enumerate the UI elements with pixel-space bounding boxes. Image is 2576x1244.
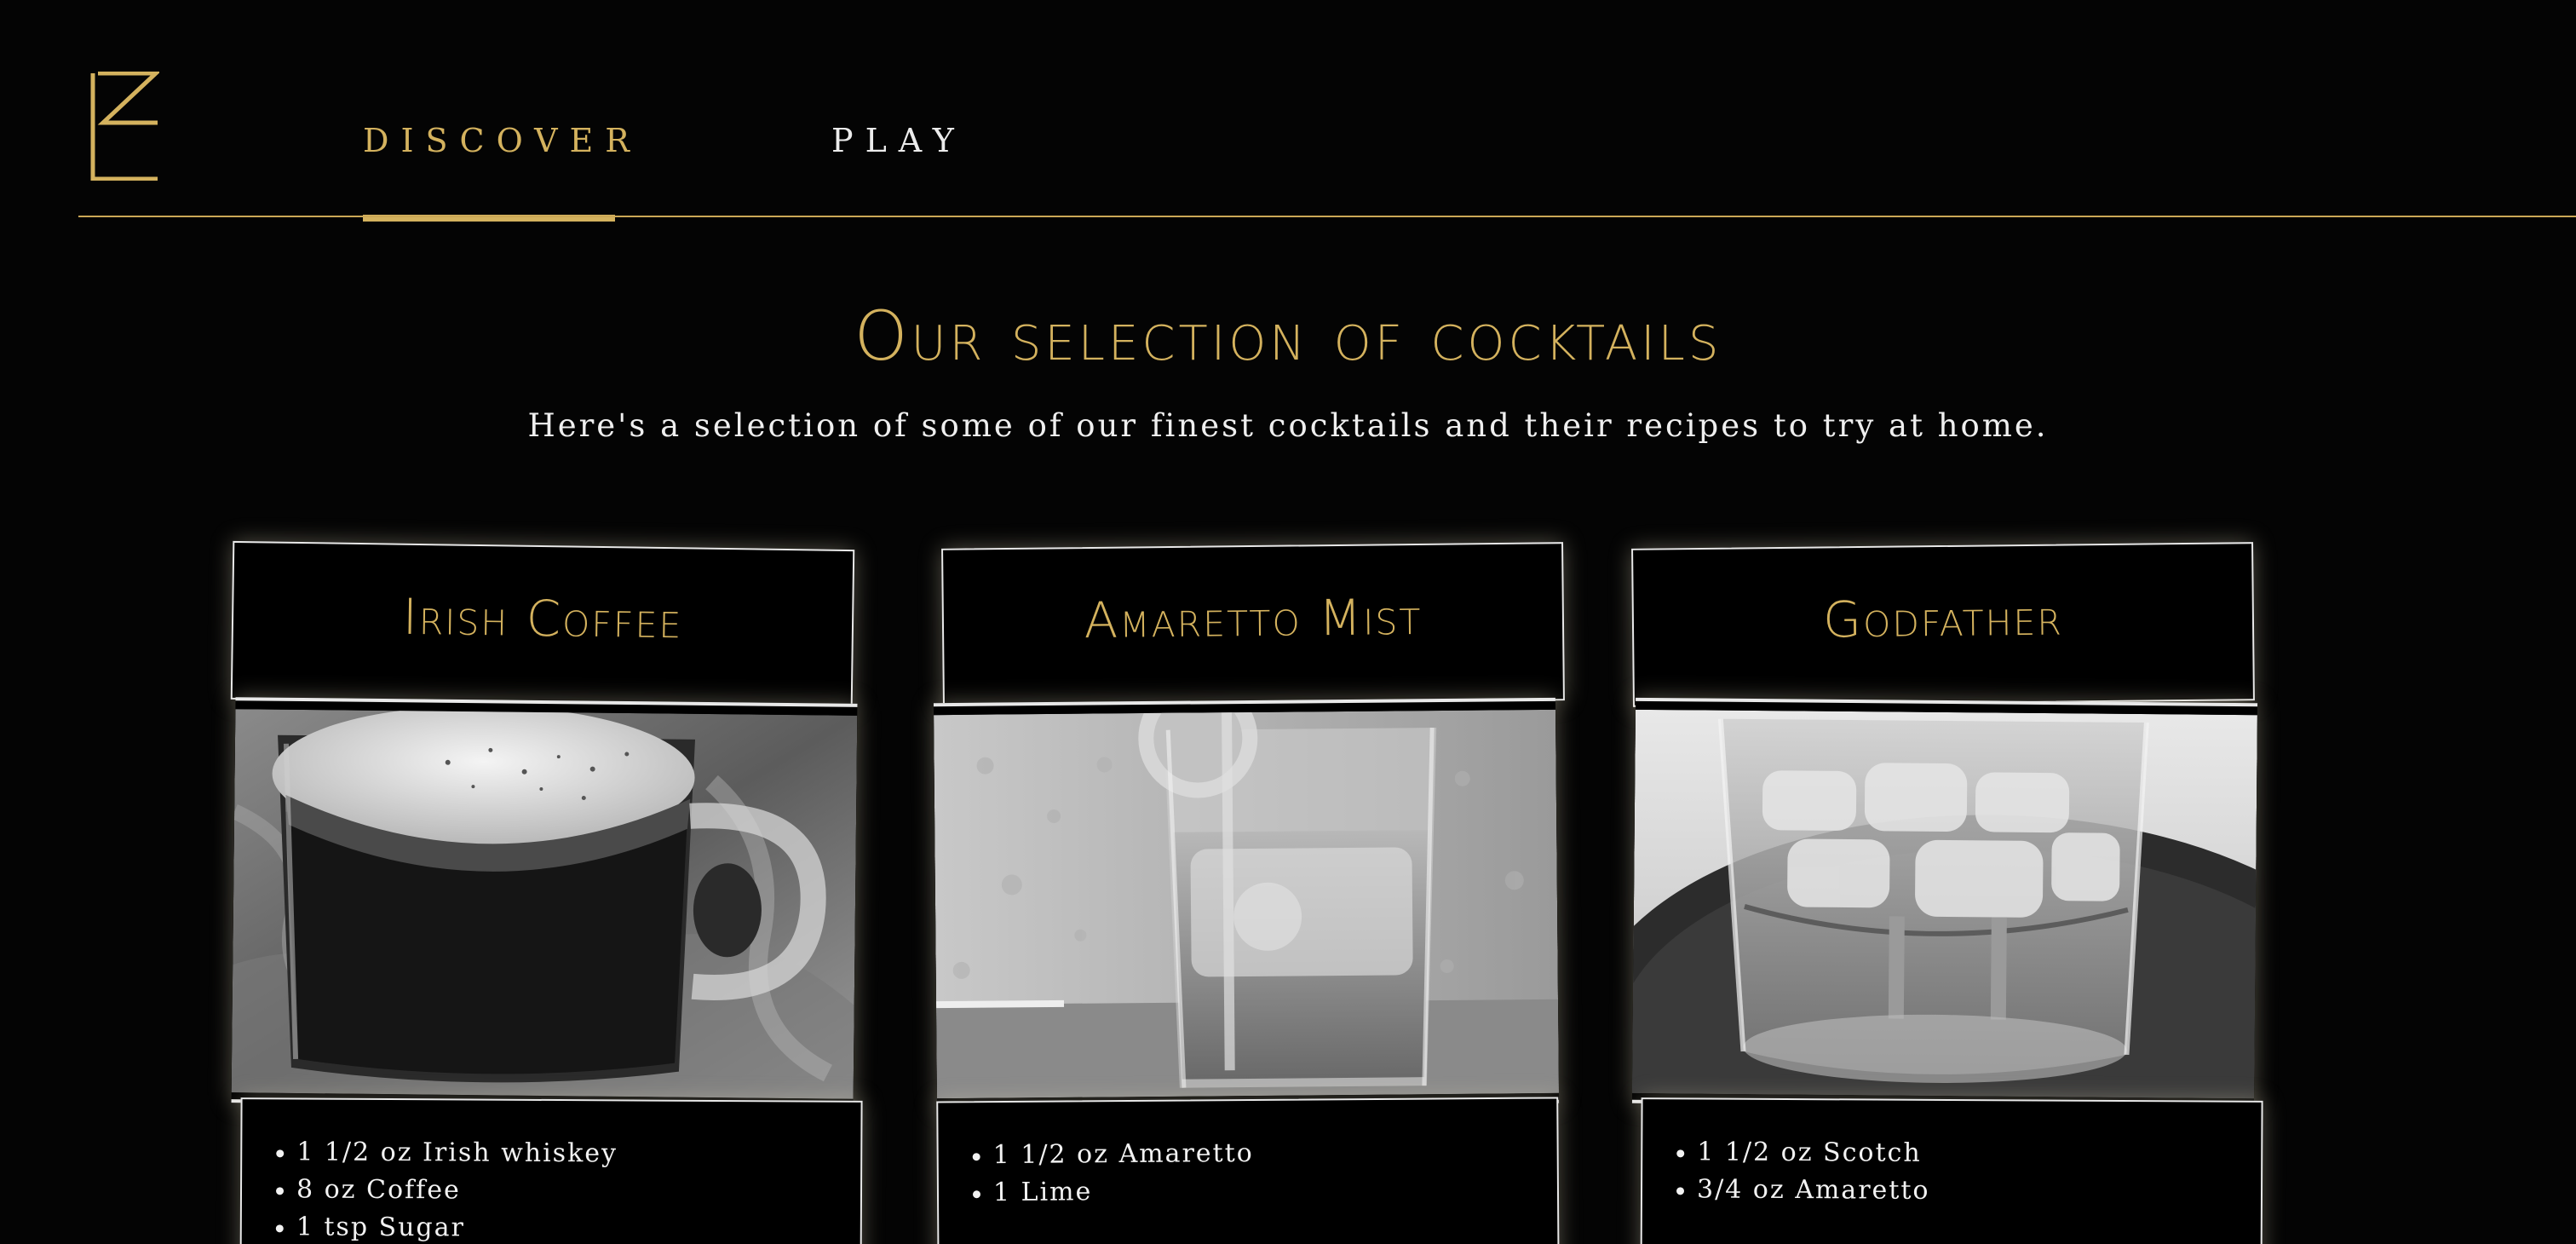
- card-title: Amaretto Mist: [1084, 587, 1423, 650]
- list-item: 1 1/2 oz Irish whiskey: [276, 1133, 618, 1172]
- card-header: Godfather: [1631, 542, 2255, 707]
- card-body: 1 1/2 oz Scotch 3/4 oz Amaretto: [1640, 1097, 2263, 1244]
- nav-play[interactable]: PLAY: [831, 119, 966, 162]
- page-title: Our selection of cocktails: [854, 297, 1722, 376]
- ingredient-list: 1 1/2 oz Amaretto 1 Lime: [973, 1135, 1255, 1212]
- list-item: 1 1/2 oz Amaretto: [973, 1135, 1254, 1174]
- ingredient-list: 1 1/2 oz Irish whiskey 8 oz Coffee 1 tsp…: [276, 1133, 618, 1244]
- card-header: Amaretto Mist: [941, 542, 1565, 707]
- card-body: 1 1/2 oz Amaretto 1 Lime: [936, 1097, 1560, 1244]
- card-header: Irish Coffee: [230, 540, 855, 709]
- irish-coffee-photo: [231, 697, 858, 1109]
- page-subtitle: Here's a selection of some of our finest…: [527, 407, 2049, 444]
- list-item: 8 oz Coffee: [276, 1171, 618, 1210]
- card-title: Godfather: [1822, 588, 2064, 649]
- list-item: 1 tsp Sugar: [276, 1208, 618, 1244]
- godfather-photo: [1631, 697, 2258, 1109]
- list-item: 1 1/2 oz Scotch: [1676, 1133, 1930, 1172]
- header-divider: [78, 216, 2576, 217]
- amaretto-mist-photo: [933, 697, 1560, 1109]
- cocktail-card-godfather[interactable]: Godfather 1 1/2 oz Scotch 3/4 oz Amarett…: [1629, 542, 2263, 1244]
- ingredient-list: 1 1/2 oz Scotch 3/4 oz Amaretto: [1676, 1133, 1930, 1210]
- logo-icon[interactable]: [89, 72, 159, 181]
- list-item: 3/4 oz Amaretto: [1676, 1171, 1930, 1210]
- cocktail-card-irish-coffee[interactable]: Irish Coffee 1 1/2 oz Irish whiskey 8 oz…: [228, 540, 863, 1244]
- cocktail-card-amaretto-mist[interactable]: Amaretto Mist 1 1/2 oz Amaretto 1 Lime: [933, 542, 1565, 1244]
- card-body: 1 1/2 oz Irish whiskey 8 oz Coffee 1 tsp…: [239, 1097, 863, 1244]
- nav-discover[interactable]: DISCOVER: [363, 119, 641, 162]
- card-title: Irish Coffee: [402, 587, 683, 650]
- list-item: 1 Lime: [973, 1172, 1254, 1212]
- page: DISCOVER PLAY Our selection of cocktails…: [0, 0, 2576, 1244]
